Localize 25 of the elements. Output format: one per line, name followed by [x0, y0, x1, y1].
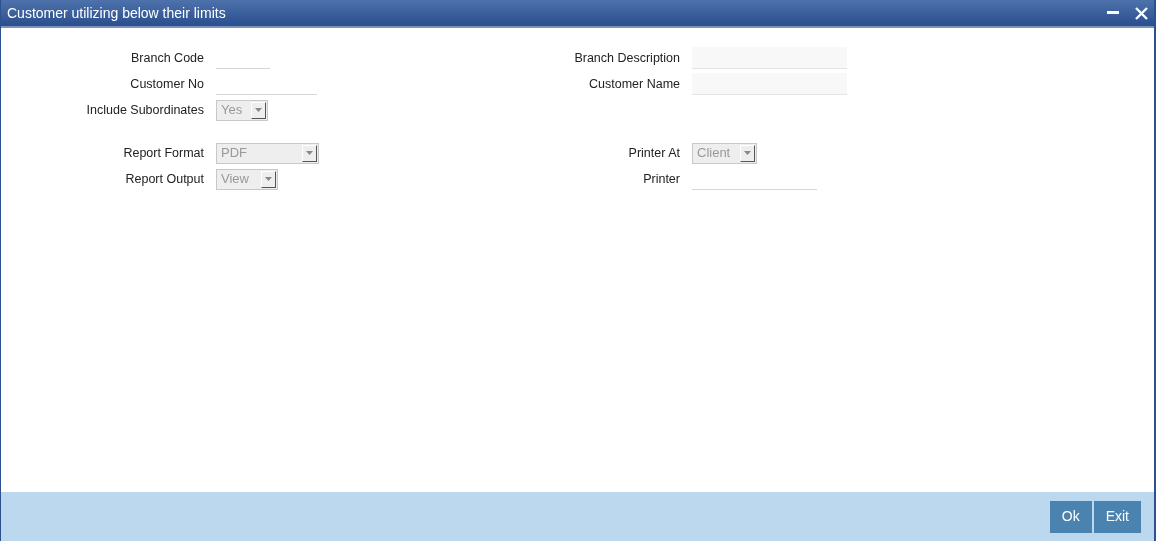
field-label: Customer No [129, 75, 205, 93]
footer-button[interactable]: Ok [1049, 500, 1092, 533]
close-button[interactable] [1134, 6, 1148, 20]
field-label: Branch Code [130, 49, 205, 67]
window-title: Customer utilizing below their limits [7, 3, 227, 23]
field-label: Report Format [122, 144, 205, 162]
field-label: Include Subordinates [85, 101, 205, 119]
field-label: Branch Description [573, 49, 681, 67]
dropdown-arrow-icon [265, 177, 272, 181]
minimize-icon [1107, 11, 1119, 15]
field-label: Customer Name [588, 75, 681, 93]
field-label: Printer [642, 170, 681, 188]
dropdown-arrow-icon [744, 151, 751, 155]
dropdown-arrow-icon [255, 108, 262, 112]
input-field[interactable] [692, 73, 847, 95]
field-label: Printer At [627, 144, 681, 162]
field-label: Report Output [124, 170, 205, 188]
close-icon [1134, 6, 1148, 20]
footer-button[interactable]: Exit [1093, 500, 1141, 533]
input-field[interactable] [692, 47, 847, 69]
dropdown-arrow-icon [306, 151, 313, 155]
dropdown[interactable]: View [216, 168, 278, 190]
dropdown[interactable]: Client [692, 142, 757, 164]
dropdown[interactable]: PDF [216, 142, 319, 164]
dropdown[interactable]: Yes [216, 99, 268, 121]
